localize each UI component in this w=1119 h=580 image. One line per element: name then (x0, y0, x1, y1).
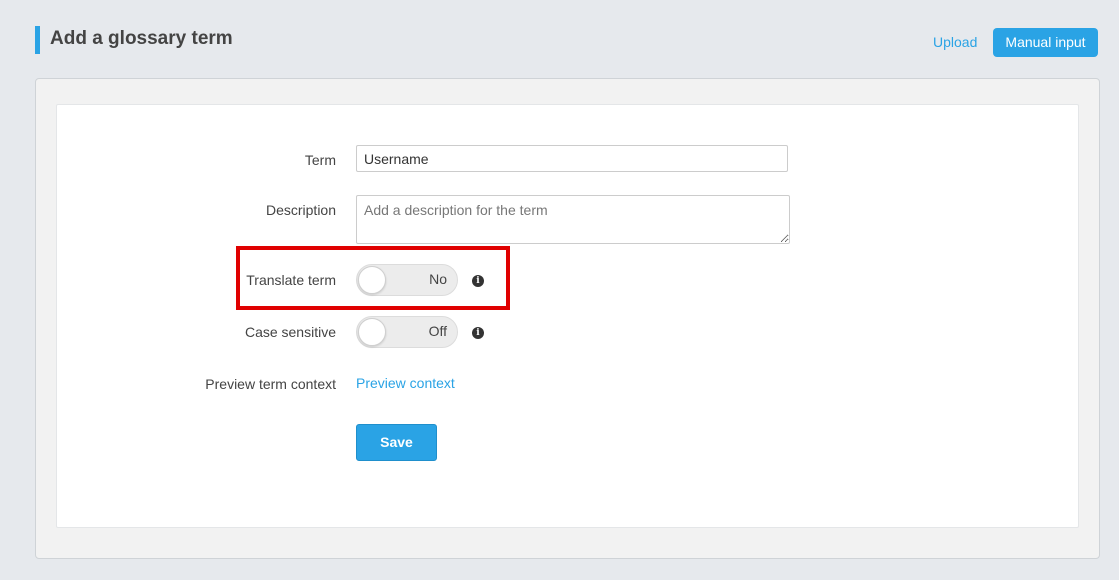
description-label: Description (265, 202, 336, 218)
preview-context-link[interactable]: Preview context (356, 375, 455, 391)
save-button[interactable]: Save (356, 424, 437, 461)
page-title: Add a glossary term (50, 28, 233, 49)
case-sensitive-toggle[interactable]: Off (356, 316, 458, 348)
info-icon[interactable]: i (472, 275, 484, 287)
info-icon[interactable]: i (472, 327, 484, 339)
toggle-knob (358, 318, 386, 346)
toggle-knob (358, 266, 386, 294)
manual-input-button[interactable]: Manual input (993, 28, 1098, 57)
translate-term-toggle[interactable]: No (356, 264, 458, 296)
case-sensitive-label: Case sensitive (244, 324, 336, 340)
title-accent-bar (35, 26, 40, 54)
term-input[interactable] (356, 145, 788, 172)
term-label: Term (304, 152, 336, 168)
translate-term-state: No (429, 271, 447, 287)
translate-term-label: Translate term (246, 272, 336, 288)
description-textarea[interactable] (356, 195, 790, 244)
upload-link[interactable]: Upload (933, 34, 977, 50)
preview-term-context-label: Preview term context (205, 376, 336, 392)
case-sensitive-state: Off (428, 323, 447, 339)
